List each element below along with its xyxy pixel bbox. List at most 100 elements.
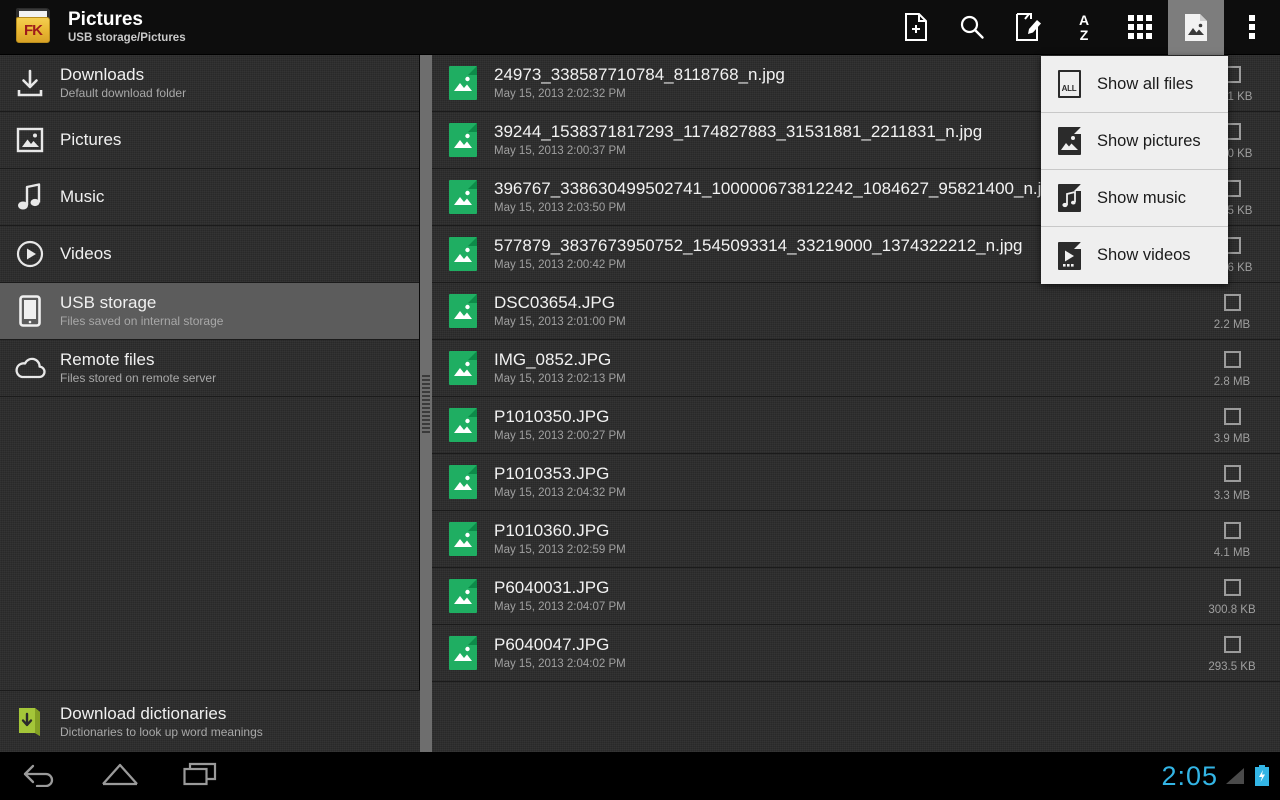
sidebar-item-pictures[interactable]: Pictures — [0, 112, 419, 169]
sidebar-item-sublabel: Files stored on remote server — [60, 371, 217, 385]
sidebar-item-videos[interactable]: Videos — [0, 226, 419, 283]
menu-item-show-music[interactable]: Show music — [1041, 170, 1228, 227]
file-select-checkbox[interactable] — [1223, 521, 1241, 539]
breadcrumb-path: USB storage/Pictures — [68, 32, 186, 44]
sort-az-button[interactable]: AZ — [1056, 0, 1112, 55]
sidebar-item-download-dictionaries[interactable]: Download dictionaries Dictionaries to lo… — [0, 690, 420, 752]
svg-text:Z: Z — [1080, 27, 1089, 42]
recent-apps-icon — [183, 762, 217, 791]
file-date: May 15, 2013 2:04:02 PM — [494, 658, 626, 670]
picture-glyph — [453, 360, 473, 383]
new-file-icon — [904, 13, 928, 41]
image-file-icon — [432, 579, 494, 613]
picture-glyph — [453, 588, 473, 611]
file-date: May 15, 2013 2:04:07 PM — [494, 601, 626, 613]
image-file-icon — [432, 237, 494, 271]
dictionary-download-icon — [0, 706, 60, 738]
file-date: May 15, 2013 2:02:13 PM — [494, 373, 626, 385]
file-list-row[interactable]: P1010353.JPG May 15, 2013 2:04:32 PM 3.3 M… — [432, 454, 1280, 511]
file-date: May 15, 2013 2:00:27 PM — [494, 430, 626, 442]
picture-glyph — [453, 246, 473, 269]
file-row-actions: 4.1 MB — [1184, 511, 1280, 568]
file-list-row[interactable]: P6040031.JPG May 15, 2013 2:04:07 PM 300.8… — [432, 568, 1280, 625]
file-date: May 15, 2013 2:04:32 PM — [494, 487, 626, 499]
search-button[interactable] — [944, 0, 1000, 55]
signal-icon[interactable] — [1225, 766, 1247, 786]
grid-view-button[interactable] — [1112, 0, 1168, 55]
picture-glyph — [453, 132, 473, 155]
sidebar-item-music[interactable]: Music — [0, 169, 419, 226]
image-file-icon — [432, 351, 494, 385]
back-button[interactable] — [0, 752, 80, 800]
file-row-actions: 3.3 MB — [1184, 454, 1280, 511]
picture-glyph — [453, 645, 473, 668]
menu-item-label: Show music — [1097, 188, 1186, 207]
file-date: May 15, 2013 2:01:00 PM — [494, 316, 626, 328]
picture-icon — [0, 127, 60, 153]
sidebar-item-downloads[interactable]: Downloads Default download folder — [0, 55, 419, 112]
music-file-icon — [1041, 184, 1097, 212]
file-name: P6040031.JPG — [494, 578, 610, 597]
home-button[interactable] — [80, 752, 160, 800]
new-file-button[interactable] — [888, 0, 944, 55]
toolbar: AZ — [888, 0, 1280, 55]
menu-item-show-all-files[interactable]: ALL Show all files — [1041, 56, 1228, 113]
file-list-row[interactable]: P1010360.JPG May 15, 2013 2:02:59 PM 4.1 M… — [432, 511, 1280, 568]
menu-item-label: Show pictures — [1097, 131, 1201, 150]
edit-button[interactable] — [1000, 0, 1056, 55]
picture-glyph — [453, 531, 473, 554]
file-row-actions: 300.8 KB — [1184, 568, 1280, 625]
svg-text:A: A — [1079, 12, 1089, 28]
music-note-icon — [0, 183, 60, 211]
filter-media-button[interactable] — [1168, 0, 1224, 55]
sidebar-item-label: Download dictionaries — [60, 703, 227, 723]
image-file-icon — [432, 408, 494, 442]
file-select-checkbox[interactable] — [1223, 293, 1241, 311]
sidebar-item-sublabel: Files saved on internal storage — [60, 314, 224, 328]
file-list-row[interactable]: P6040047.JPG May 15, 2013 2:04:02 PM 293.5… — [432, 625, 1280, 682]
title-block: Pictures USB storage/Pictures — [68, 9, 186, 45]
file-list-row[interactable]: IMG_0852.JPG May 15, 2013 2:02:13 PM 2.8 M… — [432, 340, 1280, 397]
battery-charging-icon[interactable] — [1254, 765, 1270, 787]
resize-grip-icon — [422, 375, 430, 435]
sidebar-item-label: Downloads — [60, 65, 145, 84]
picture-glyph — [453, 474, 473, 497]
picture-glyph — [453, 75, 473, 98]
download-icon — [0, 69, 60, 97]
file-select-checkbox[interactable] — [1223, 407, 1241, 425]
image-file-icon — [432, 180, 494, 214]
file-name: P1010350.JPG — [494, 407, 610, 426]
menu-item-show-pictures[interactable]: Show pictures — [1041, 113, 1228, 170]
file-list-row[interactable]: P1010350.JPG May 15, 2013 2:00:27 PM 3.9 M… — [432, 397, 1280, 454]
file-select-checkbox[interactable] — [1223, 635, 1241, 653]
clock[interactable]: 2:05 — [1161, 762, 1218, 790]
menu-item-show-videos[interactable]: Show videos — [1041, 227, 1228, 284]
overflow-button[interactable] — [1224, 0, 1280, 55]
sidebar-item-sublabel: Dictionaries to look up word meanings — [60, 724, 263, 739]
home-icon — [100, 762, 140, 791]
sidebar-item-sublabel: Default download folder — [60, 86, 187, 100]
file-list-row[interactable]: DSC03654.JPG May 15, 2013 2:01:00 PM 2.2 M… — [432, 283, 1280, 340]
sidebar-item-remote-files[interactable]: Remote files Files stored on remote serv… — [0, 340, 419, 397]
file-select-checkbox[interactable] — [1223, 350, 1241, 368]
panel-resize-handle[interactable] — [420, 55, 432, 752]
system-navigation-bar: 2:05 — [0, 752, 1280, 800]
sort-az-icon: AZ — [1071, 12, 1097, 42]
file-date: May 15, 2013 2:02:59 PM — [494, 544, 626, 556]
edit-icon — [1015, 13, 1041, 41]
sidebar-item-usb-storage[interactable]: USB storage Files saved on internal stor… — [0, 283, 419, 340]
file-select-checkbox[interactable] — [1223, 464, 1241, 482]
file-name: DSC03654.JPG — [494, 293, 615, 312]
cloud-icon — [0, 356, 60, 380]
file-select-checkbox[interactable] — [1223, 578, 1241, 596]
sidebar-item-label: Remote files — [60, 350, 155, 369]
file-size: 3.9 MB — [1213, 432, 1251, 445]
picture-file-icon — [1041, 127, 1097, 155]
recents-button[interactable] — [160, 752, 240, 800]
sidebar-item-label: USB storage — [60, 293, 157, 312]
file-name: P6040047.JPG — [494, 635, 610, 654]
file-size: 2.8 MB — [1213, 375, 1251, 388]
file-size: 293.5 KB — [1208, 660, 1256, 673]
image-file-icon — [432, 123, 494, 157]
status-area: 2:05 — [1161, 762, 1280, 790]
